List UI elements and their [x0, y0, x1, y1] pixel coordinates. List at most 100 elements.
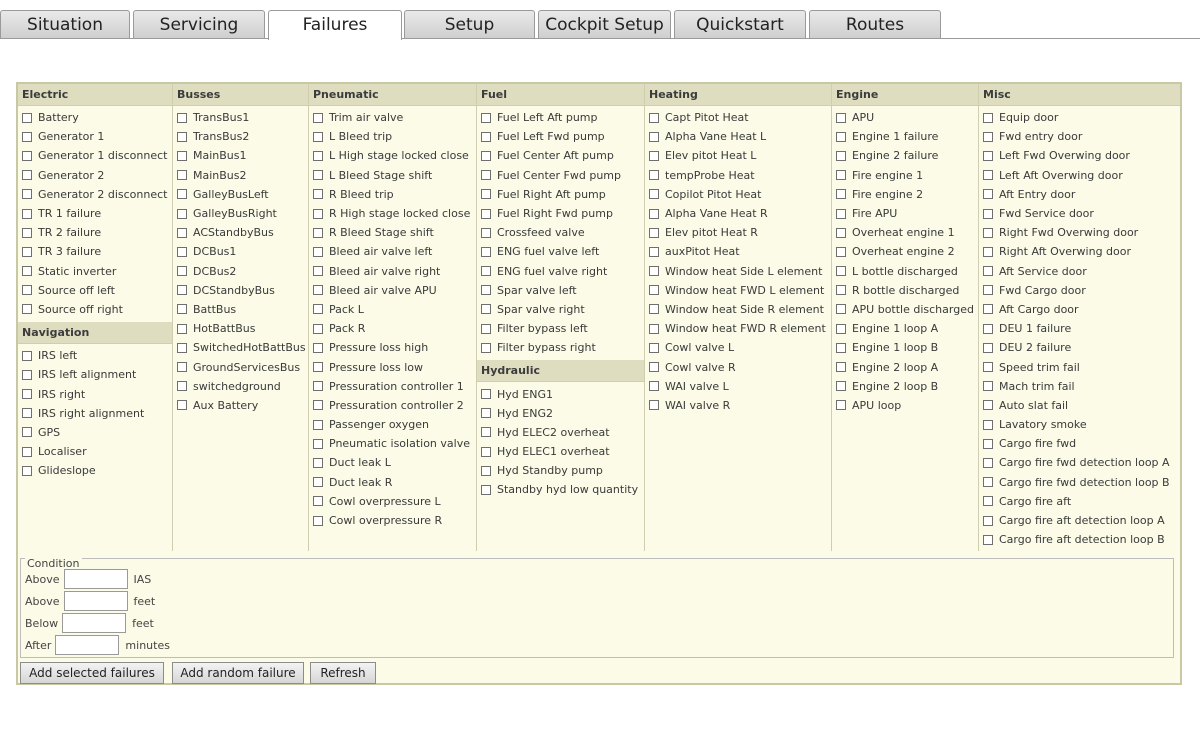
failure-item[interactable]: Bleed air valve left [309, 242, 476, 261]
failure-checkbox[interactable] [313, 515, 323, 526]
failure-item[interactable]: IRS left alignment [18, 365, 172, 384]
failure-item[interactable]: Source off right [18, 300, 172, 319]
failure-checkbox[interactable] [983, 208, 993, 219]
failure-item[interactable]: Pack L [309, 300, 476, 319]
failure-checkbox[interactable] [22, 189, 32, 200]
failure-checkbox[interactable] [649, 112, 659, 123]
failure-checkbox[interactable] [983, 285, 993, 296]
failure-item[interactable]: GalleyBusRight [173, 204, 308, 223]
failure-item[interactable]: Cargo fire fwd detection loop A [979, 453, 1180, 472]
failure-checkbox[interactable] [22, 208, 32, 219]
failure-checkbox[interactable] [649, 323, 659, 334]
failure-item[interactable]: Generator 1 [18, 127, 172, 146]
failure-item[interactable]: R High stage locked close [309, 204, 476, 223]
failure-item[interactable]: Duct leak L [309, 453, 476, 472]
failure-checkbox[interactable] [481, 323, 491, 334]
failure-item[interactable]: Window heat FWD L element [645, 281, 831, 300]
failure-checkbox[interactable] [22, 131, 32, 142]
failure-item[interactable]: L Bleed trip [309, 127, 476, 146]
failure-checkbox[interactable] [22, 285, 32, 296]
failure-item[interactable]: Generator 2 disconnect [18, 185, 172, 204]
failure-item[interactable]: Fwd entry door [979, 127, 1180, 146]
failure-checkbox[interactable] [177, 208, 187, 219]
failure-checkbox[interactable] [22, 446, 32, 457]
refresh-button[interactable]: Refresh [310, 662, 376, 684]
failure-item[interactable]: L bottle discharged [832, 262, 978, 281]
failure-item[interactable]: Hyd ENG2 [477, 404, 644, 423]
failure-checkbox[interactable] [22, 389, 32, 400]
failure-item[interactable]: DEU 2 failure [979, 338, 1180, 357]
failure-checkbox[interactable] [481, 208, 491, 219]
failure-checkbox[interactable] [983, 189, 993, 200]
failure-item[interactable]: tempProbe Heat [645, 166, 831, 185]
failure-checkbox[interactable] [983, 170, 993, 181]
failure-item[interactable]: auxPitot Heat [645, 242, 831, 261]
failure-item[interactable]: Engine 1 loop A [832, 319, 978, 338]
failure-checkbox[interactable] [313, 323, 323, 334]
failure-item[interactable]: Static inverter [18, 262, 172, 281]
failure-checkbox[interactable] [313, 285, 323, 296]
failure-item[interactable]: switchedground [173, 377, 308, 396]
failure-item[interactable]: WAI valve L [645, 377, 831, 396]
failure-checkbox[interactable] [649, 381, 659, 392]
failure-item[interactable]: Copilot Pitot Heat [645, 185, 831, 204]
failure-item[interactable]: HotBattBus [173, 319, 308, 338]
failure-item[interactable]: GroundServicesBus [173, 357, 308, 376]
failure-checkbox[interactable] [836, 304, 846, 315]
failure-item[interactable]: Pressure loss low [309, 357, 476, 376]
failure-item[interactable]: R bottle discharged [832, 281, 978, 300]
failure-checkbox[interactable] [177, 323, 187, 334]
failure-item[interactable]: Standby hyd low quantity [477, 480, 644, 499]
failure-checkbox[interactable] [481, 170, 491, 181]
failure-checkbox[interactable] [22, 246, 32, 257]
failure-item[interactable]: Cargo fire aft detection loop A [979, 511, 1180, 530]
failure-item[interactable]: Cowl overpressure R [309, 511, 476, 530]
failure-item[interactable]: Fuel Left Fwd pump [477, 127, 644, 146]
add-random-failure-button[interactable]: Add random failure [172, 662, 304, 684]
failure-item[interactable]: Fire APU [832, 204, 978, 223]
failure-checkbox[interactable] [983, 477, 993, 488]
after-minutes-input[interactable] [55, 635, 120, 655]
failure-item[interactable]: TR 2 failure [18, 223, 172, 242]
failure-item[interactable]: Filter bypass right [477, 338, 644, 357]
failure-item[interactable]: Cowl valve L [645, 338, 831, 357]
failure-checkbox[interactable] [983, 457, 993, 468]
failure-checkbox[interactable] [177, 342, 187, 353]
failure-item[interactable]: Cargo fire fwd detection loop B [979, 473, 1180, 492]
failure-item[interactable]: Fire engine 1 [832, 166, 978, 185]
failure-checkbox[interactable] [177, 362, 187, 373]
failure-checkbox[interactable] [649, 285, 659, 296]
failure-item[interactable]: Filter bypass left [477, 319, 644, 338]
failure-item[interactable]: Engine 2 loop B [832, 377, 978, 396]
failure-item[interactable]: DCBus1 [173, 242, 308, 261]
failure-checkbox[interactable] [22, 170, 32, 181]
failure-checkbox[interactable] [481, 189, 491, 200]
failure-checkbox[interactable] [481, 389, 491, 400]
failure-checkbox[interactable] [313, 266, 323, 277]
tab-setup[interactable]: Setup [404, 10, 535, 38]
below-feet-input[interactable] [62, 613, 127, 633]
failure-checkbox[interactable] [836, 342, 846, 353]
failure-item[interactable]: Aft Service door [979, 262, 1180, 281]
failure-item[interactable]: Fwd Service door [979, 204, 1180, 223]
failure-checkbox[interactable] [649, 170, 659, 181]
failure-checkbox[interactable] [649, 189, 659, 200]
failure-checkbox[interactable] [983, 400, 993, 411]
failure-item[interactable]: APU loop [832, 396, 978, 415]
failure-item[interactable]: Aux Battery [173, 396, 308, 415]
failure-item[interactable]: Alpha Vane Heat L [645, 127, 831, 146]
failure-item[interactable]: Aft Cargo door [979, 300, 1180, 319]
failure-item[interactable]: Hyd Standby pump [477, 461, 644, 480]
failure-checkbox[interactable] [983, 419, 993, 430]
failure-item[interactable]: Duct leak R [309, 473, 476, 492]
failure-item[interactable]: Fuel Center Aft pump [477, 146, 644, 165]
failure-checkbox[interactable] [649, 131, 659, 142]
failure-item[interactable]: SwitchedHotBattBus [173, 338, 308, 357]
failure-item[interactable]: APU [832, 108, 978, 127]
failure-checkbox[interactable] [481, 342, 491, 353]
failure-item[interactable]: IRS right alignment [18, 404, 172, 423]
failure-checkbox[interactable] [836, 285, 846, 296]
failure-item[interactable]: ENG fuel valve right [477, 262, 644, 281]
failure-checkbox[interactable] [481, 484, 491, 495]
failure-item[interactable]: Fire engine 2 [832, 185, 978, 204]
